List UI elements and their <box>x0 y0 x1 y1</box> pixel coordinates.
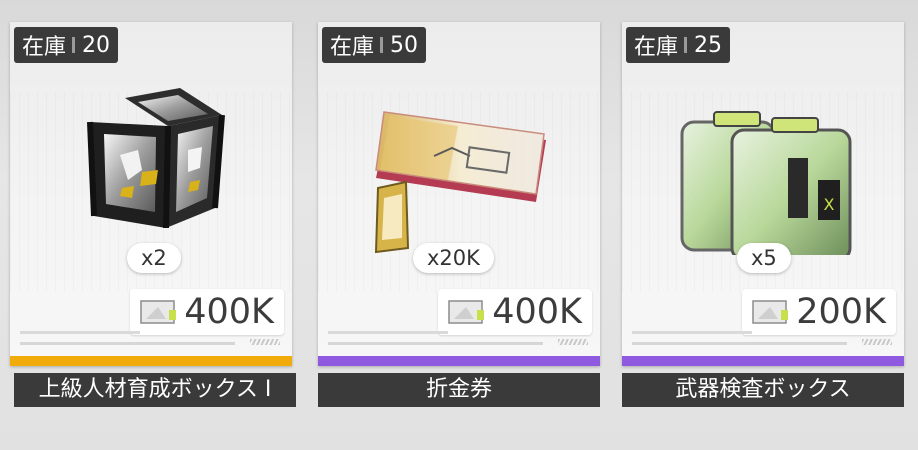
item-name: 武器検査ボックス <box>622 373 904 407</box>
rarity-bar <box>622 356 904 366</box>
stock-badge: 在庫 20 <box>14 27 119 63</box>
price-value: 200K <box>796 292 886 332</box>
item-name: 上級人材育成ボックス Ⅰ <box>14 373 296 407</box>
item-info-lines <box>632 331 892 351</box>
stock-count: 20 <box>82 32 111 58</box>
item-info-lines <box>328 331 588 351</box>
item-name: 折金券 <box>318 373 600 407</box>
quantity-value: x20K <box>427 246 480 270</box>
currency-ticket-icon <box>140 300 177 324</box>
currency-ticket-icon <box>752 300 789 324</box>
quantity-badge: x2 <box>127 243 181 273</box>
item-info-lines <box>20 331 280 351</box>
stock-label: 在庫 <box>634 35 679 60</box>
item-name-text: 折金券 <box>425 377 492 402</box>
price-value: 400K <box>492 292 582 332</box>
price-button[interactable]: 400K <box>130 289 284 335</box>
stock-count: 25 <box>694 32 723 58</box>
price-value: 400K <box>184 292 274 332</box>
quantity-value: x5 <box>751 246 777 270</box>
price-button[interactable]: 400K <box>438 289 592 335</box>
price-button[interactable]: 200K <box>742 289 896 335</box>
shop-item-card[interactable]: 在庫 25 X x5 200K <box>622 22 904 366</box>
stock-badge: 在庫 25 <box>626 27 731 63</box>
rarity-bar <box>10 356 292 366</box>
quantity-value: x2 <box>141 246 167 270</box>
quantity-badge: x20K <box>413 243 494 273</box>
item-name-text: 上級人材育成ボックス Ⅰ <box>38 377 272 402</box>
advanced-box-icon <box>87 88 225 229</box>
stock-badge: 在庫 50 <box>322 27 427 63</box>
quantity-badge: x5 <box>737 243 791 273</box>
shop-item-card[interactable]: 在庫 20 x2 400K <box>10 22 292 366</box>
stock-label: 在庫 <box>330 35 375 60</box>
shop-item-card[interactable]: 在庫 50 x20K 400K <box>318 22 600 366</box>
coupon-icon <box>374 111 546 254</box>
stock-label: 在庫 <box>22 35 67 60</box>
svg-text:X: X <box>824 195 835 214</box>
rarity-bar <box>318 356 600 366</box>
item-name-text: 武器検査ボックス <box>675 377 851 402</box>
stock-count: 50 <box>390 32 419 58</box>
weapon-box-icon: X <box>680 111 852 255</box>
currency-ticket-icon <box>448 300 485 324</box>
